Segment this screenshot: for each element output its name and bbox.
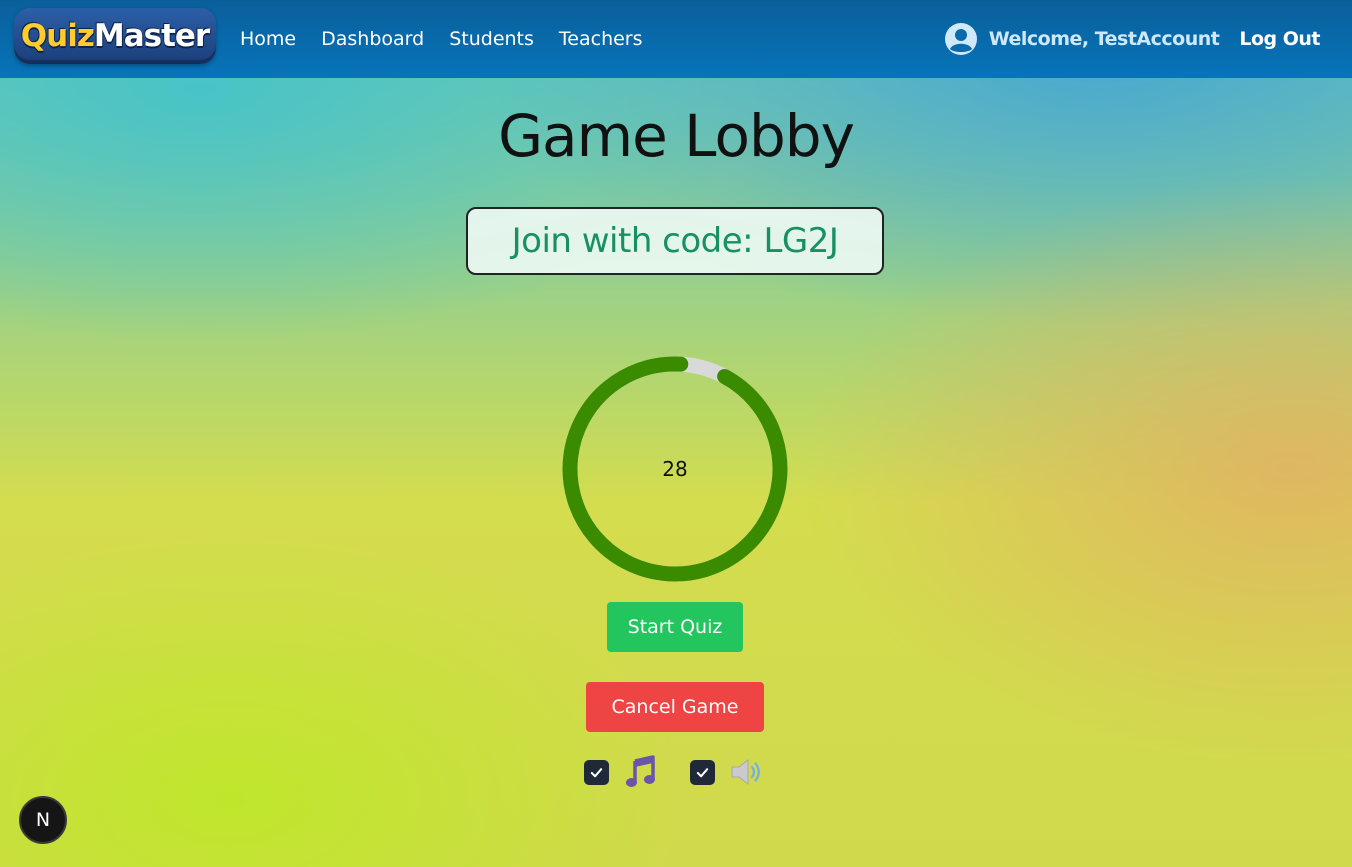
check-icon [696, 768, 709, 778]
start-quiz-button[interactable]: Start Quiz [607, 602, 743, 652]
logo-text: QuizMaster [20, 18, 210, 54]
page-title: Game Lobby [498, 102, 855, 170]
sound-checkbox[interactable] [690, 760, 715, 785]
cancel-game-button[interactable]: Cancel Game [586, 682, 764, 732]
join-code-text: Join with code: LG2J [511, 221, 839, 261]
speaker-icon [731, 758, 760, 786]
timer-value: 28 [662, 457, 688, 481]
music-note-icon [626, 755, 655, 787]
nav-links: Home Dashboard Students Teachers [240, 0, 668, 78]
nav-link-students[interactable]: Students [449, 28, 534, 50]
nav-link-teachers[interactable]: Teachers [559, 28, 643, 50]
nav-link-home[interactable]: Home [240, 28, 296, 50]
audio-toggles [584, 755, 784, 791]
dev-tools-badge[interactable]: N [19, 796, 67, 844]
quizmaster-logo[interactable]: QuizMaster [14, 8, 216, 64]
welcome-text: Welcome, TestAccount [988, 28, 1220, 50]
user-circle-icon [944, 23, 977, 55]
top-navbar: QuizMaster Home Dashboard Students Teach… [0, 0, 1352, 78]
check-icon [590, 768, 603, 778]
join-code-box: Join with code: LG2J [466, 207, 884, 275]
music-checkbox[interactable] [584, 760, 609, 785]
logout-link[interactable]: Log Out [1239, 28, 1320, 50]
nav-user-area: Welcome, TestAccount Log Out [944, 0, 1320, 78]
nav-link-dashboard[interactable]: Dashboard [321, 28, 424, 50]
